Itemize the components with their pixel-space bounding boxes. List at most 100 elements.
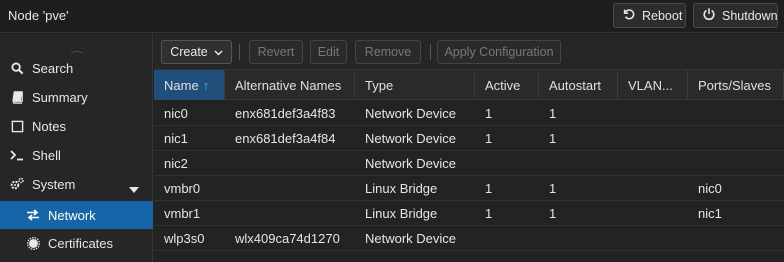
toolbar-divider bbox=[430, 44, 431, 60]
exchange-icon bbox=[26, 208, 40, 222]
gears-icon bbox=[10, 177, 24, 191]
apply-label: Apply Configuration bbox=[444, 45, 554, 59]
table-row[interactable]: nic0 enx681def3a4f83 Network Device 1 1 bbox=[154, 101, 784, 126]
column-header-ports-slaves[interactable]: Ports/Slaves bbox=[688, 70, 784, 100]
cell-alternative-names: enx681def3a4f84 bbox=[235, 130, 336, 146]
edit-label: Edit bbox=[317, 45, 340, 59]
caret-down-icon[interactable] bbox=[129, 181, 139, 196]
cell-vlan bbox=[618, 176, 688, 200]
edit-button[interactable]: Edit bbox=[310, 40, 347, 64]
remove-label: Remove bbox=[364, 45, 412, 59]
sidebar-item-label: System bbox=[32, 176, 76, 192]
cell-autostart: 1 bbox=[549, 130, 557, 146]
table-row[interactable]: vmbr1 Linux Bridge 1 1 nic1 bbox=[154, 201, 784, 226]
cell-ports-slaves: nic1 bbox=[698, 205, 722, 221]
sidebar-item-notes[interactable]: Notes bbox=[0, 112, 153, 140]
sidebar-item-shell[interactable]: Shell bbox=[0, 141, 153, 169]
cell-name: vmbr1 bbox=[164, 205, 201, 221]
column-header-label: VLAN... bbox=[628, 77, 673, 93]
column-header-autostart[interactable]: Autostart bbox=[539, 70, 618, 100]
cell-ports-slaves bbox=[688, 226, 784, 250]
remove-button[interactable]: Remove bbox=[355, 40, 421, 64]
top-bar: Node 'pve' Reboot Shutdown bbox=[0, 0, 784, 33]
certificate-icon bbox=[26, 236, 40, 250]
table-row[interactable]: nic2 Network Device bbox=[154, 151, 784, 176]
cell-active bbox=[475, 151, 539, 175]
toolbar: Create Revert Edit Remove Apply Configur… bbox=[154, 34, 784, 70]
column-header-vlan[interactable]: VLAN... bbox=[618, 70, 688, 100]
sidebar-item-search[interactable]: Search bbox=[0, 54, 153, 82]
column-header-type[interactable]: Type bbox=[355, 70, 475, 100]
shutdown-button[interactable]: Shutdown bbox=[693, 3, 778, 28]
cell-active: 1 bbox=[485, 105, 493, 121]
sidebar-item-label: Certificates bbox=[48, 235, 114, 251]
sidebar-item-label: Notes bbox=[32, 118, 66, 134]
cell-alternative-names bbox=[225, 151, 355, 175]
cell-alternative-names: wlx409ca74d1270 bbox=[235, 230, 340, 246]
cell-alternative-names bbox=[225, 176, 355, 200]
cell-ports-slaves bbox=[688, 101, 784, 125]
column-header-label: Active bbox=[485, 77, 521, 93]
shutdown-label: Shutdown bbox=[722, 8, 778, 23]
column-header-alternative-names[interactable]: Alternative Names bbox=[225, 70, 355, 100]
column-header-label: Ports/Slaves bbox=[698, 77, 771, 93]
cell-active bbox=[475, 226, 539, 250]
cell-ports-slaves: nic0 bbox=[698, 180, 722, 196]
cell-active: 1 bbox=[485, 180, 493, 196]
sidebar-item-summary[interactable]: Summary bbox=[0, 83, 153, 111]
toolbar-divider bbox=[239, 44, 240, 60]
chevron-down-icon bbox=[214, 45, 223, 59]
cell-name: nic0 bbox=[164, 105, 188, 121]
cell-type: Network Device bbox=[365, 230, 457, 246]
cell-ports-slaves bbox=[688, 151, 784, 175]
column-header-label: Name bbox=[164, 77, 199, 93]
table-row[interactable]: wlp3s0 wlx409ca74d1270 Network Device bbox=[154, 226, 784, 251]
sort-ascending-icon: ↑ bbox=[202, 77, 210, 93]
sidebar-item-label: Shell bbox=[32, 147, 61, 163]
cell-autostart: 1 bbox=[549, 105, 557, 121]
column-header-label: Autostart bbox=[549, 77, 602, 93]
cell-name: vmbr0 bbox=[164, 180, 201, 196]
collapse-handle-icon[interactable] bbox=[70, 42, 84, 54]
table-row[interactable]: nic1 enx681def3a4f84 Network Device 1 1 bbox=[154, 126, 784, 151]
sidebar-item-label: Network bbox=[48, 207, 96, 223]
cell-autostart: 1 bbox=[549, 180, 557, 196]
column-header-label: Type bbox=[365, 77, 394, 93]
cell-autostart bbox=[539, 226, 618, 250]
column-header-name[interactable]: Name ↑ bbox=[154, 70, 225, 100]
sidebar-item-network[interactable]: Network bbox=[0, 201, 153, 229]
cell-vlan bbox=[618, 226, 688, 250]
sidebar-item-system[interactable]: System bbox=[0, 170, 153, 198]
column-header-active[interactable]: Active bbox=[475, 70, 539, 100]
apply-configuration-button[interactable]: Apply Configuration bbox=[437, 40, 561, 64]
cell-type: Network Device bbox=[365, 130, 457, 146]
network-panel: Create Revert Edit Remove Apply Configur… bbox=[154, 34, 784, 262]
cell-type: Network Device bbox=[365, 105, 457, 121]
revert-button[interactable]: Revert bbox=[249, 40, 303, 64]
sidebar-item-certificates[interactable]: Certificates bbox=[0, 229, 153, 257]
sidebar: Search Summary Notes Shell System Networ… bbox=[0, 34, 153, 262]
cell-type: Network Device bbox=[365, 155, 457, 171]
terminal-icon bbox=[10, 148, 24, 162]
cell-alternative-names bbox=[225, 201, 355, 225]
book-icon bbox=[10, 90, 24, 104]
cell-vlan bbox=[618, 126, 688, 150]
cell-vlan bbox=[618, 201, 688, 225]
node-title: Node 'pve' bbox=[8, 8, 69, 23]
grid-body: nic0 enx681def3a4f83 Network Device 1 1 … bbox=[154, 101, 784, 262]
power-icon bbox=[702, 7, 716, 24]
table-row[interactable]: vmbr0 Linux Bridge 1 1 nic0 bbox=[154, 176, 784, 201]
grid-header: Name ↑ Alternative Names Type Active Aut… bbox=[154, 70, 784, 100]
create-button[interactable]: Create bbox=[161, 40, 232, 64]
cell-name: nic1 bbox=[164, 130, 188, 146]
cell-name: wlp3s0 bbox=[164, 230, 205, 246]
cell-active: 1 bbox=[485, 130, 493, 146]
column-header-label: Alternative Names bbox=[235, 77, 342, 93]
cell-alternative-names: enx681def3a4f83 bbox=[235, 105, 336, 121]
cell-type: Linux Bridge bbox=[365, 180, 438, 196]
cell-active: 1 bbox=[485, 205, 493, 221]
create-label: Create bbox=[170, 45, 208, 59]
cell-autostart: 1 bbox=[549, 205, 557, 221]
reboot-button[interactable]: Reboot bbox=[613, 3, 686, 28]
cell-vlan bbox=[618, 101, 688, 125]
